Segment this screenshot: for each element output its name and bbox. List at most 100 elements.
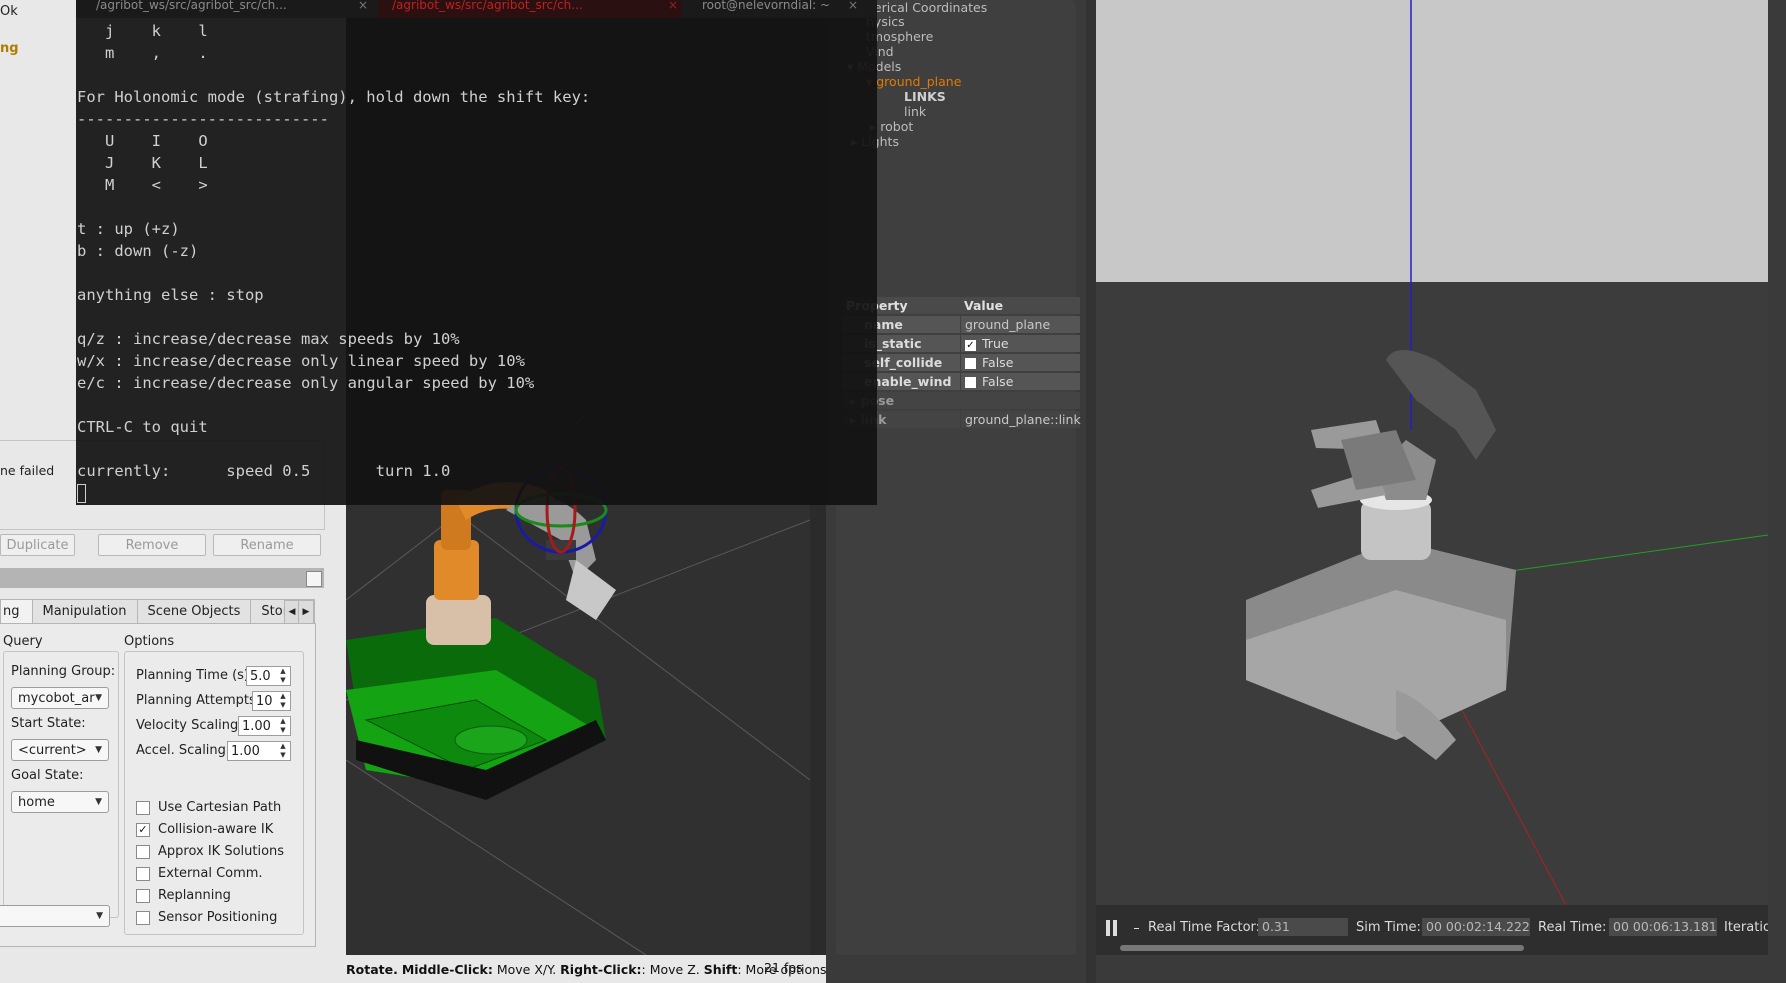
workspace-select[interactable]: ▼ (0, 905, 110, 927)
terminal-line: t : up (+z) (77, 220, 180, 238)
chevron-down-icon: ▼ (96, 911, 103, 921)
start-state-label: Start State: (11, 716, 86, 731)
checkmark-icon[interactable]: ✓ (136, 822, 150, 837)
terminal-line: b : down (-z) (77, 242, 199, 260)
checkbox-box[interactable] (965, 358, 976, 369)
planning-tabs: ng Manipulation Scene Objects Stored (0, 599, 316, 623)
real-time-value: 00 00:06:13.181 (1609, 918, 1717, 936)
terminal-line: U I O (77, 132, 208, 150)
hint-middle-click: Middle-Click: (401, 962, 493, 977)
close-icon[interactable]: × (848, 0, 862, 18)
checkbox-box[interactable] (136, 800, 150, 815)
tree-link[interactable]: link (904, 104, 926, 119)
spin-arrows-icon[interactable]: ▲ ▼ (277, 742, 289, 760)
splitter[interactable] (1086, 0, 1096, 983)
velocity-scaling-value: 1.00 (242, 718, 271, 734)
strip-checkbox[interactable] (306, 571, 322, 587)
close-icon[interactable]: × (668, 0, 682, 18)
step-icon[interactable] (1134, 928, 1139, 929)
fps-counter: 21 fps (764, 960, 803, 975)
property-value-cell[interactable]: ✓ True (961, 335, 1080, 352)
spin-arrows-icon[interactable]: ▲ ▼ (277, 692, 289, 710)
property-row-enable-wind[interactable]: enable_wind False (842, 373, 1080, 390)
property-row-is-static[interactable]: is_static ✓ True (842, 335, 1080, 352)
terminal-line: --------------------------- (77, 110, 329, 128)
checkbox-label: Collision-aware IK (158, 822, 274, 837)
planning-attempts-spinbox[interactable]: 10 ▲ ▼ (252, 691, 291, 711)
hint-rotate: Rotate. (346, 962, 398, 977)
terminal-tab-bar: /agribot_ws/src/agribot_src/ch... × /agr… (76, 0, 877, 18)
tree-links[interactable]: LINKS (904, 89, 946, 104)
property-value-cell[interactable]: False (961, 354, 1080, 371)
property-row-pose[interactable]: ▸ pose (842, 392, 1080, 409)
pause-icon[interactable] (1106, 920, 1110, 936)
property-row-link[interactable]: ▸ link ground_plane::link (842, 411, 1081, 428)
property-row-name[interactable]: name ground_plane (842, 316, 1080, 333)
checkbox-box[interactable] (136, 844, 150, 859)
sim-time-label: Sim Time: (1356, 920, 1421, 935)
spin-arrows-icon[interactable]: ▲ ▼ (277, 717, 289, 735)
terminal-line: q/z : increase/decrease max speeds by 10… (77, 330, 460, 348)
close-icon[interactable]: × (358, 0, 372, 18)
sensor-positioning-checkbox[interactable]: Sensor Positioning (136, 910, 277, 925)
tree-spherical-coordinates[interactable]: herical Coordinates (866, 0, 987, 15)
goal-state-value: home (18, 794, 55, 810)
tab-manipulation[interactable]: Manipulation (31, 599, 138, 623)
query-header: Query (3, 634, 43, 649)
duplicate-button[interactable]: Duplicate (0, 534, 75, 556)
use-cartesian-path-checkbox[interactable]: Use Cartesian Path (136, 800, 281, 815)
terminal-window[interactable]: /agribot_ws/src/agribot_src/ch... × /agr… (76, 0, 877, 505)
goal-state-select[interactable]: home ▼ (11, 791, 109, 813)
terminal-line: For Holonomic mode (strafing), hold down… (77, 88, 591, 106)
pause-icon-bar[interactable] (1113, 920, 1117, 936)
external-comm-checkbox[interactable]: External Comm. (136, 866, 263, 881)
chevron-down-icon: ▼ (95, 797, 102, 807)
gazebo-scene (1096, 0, 1768, 905)
property-value[interactable]: ground_plane (961, 316, 1080, 333)
checkbox-label: Approx IK Solutions (158, 844, 285, 859)
tab-scene-objects[interactable]: Scene Objects (136, 599, 252, 623)
accel-scaling-value: 1.00 (231, 743, 260, 759)
checkbox-box[interactable] (136, 910, 150, 925)
planning-time-spinbox[interactable]: 5.0 ▲ ▼ (246, 666, 291, 686)
checkbox-box[interactable] (136, 888, 150, 903)
terminal-tab-2[interactable]: /agribot_ws/src/agribot_src/ch... (378, 0, 682, 18)
terminal-line: m , . (77, 44, 208, 62)
replanning-checkbox[interactable]: Replanning (136, 888, 231, 903)
horizontal-scrollbar[interactable] (1120, 945, 1524, 951)
accel-scaling-spinbox[interactable]: 1.00 ▲ ▼ (227, 741, 291, 761)
velocity-scaling-spinbox[interactable]: 1.00 ▲ ▼ (238, 716, 291, 736)
property-row-self-collide[interactable]: self_collide False (842, 354, 1080, 371)
checkbox-box[interactable] (965, 377, 976, 388)
spin-arrows-icon[interactable]: ▲ ▼ (277, 667, 289, 685)
start-state-select[interactable]: <current> ▼ (11, 739, 109, 761)
header-value: Value (964, 298, 1004, 313)
collision-aware-ik-checkbox[interactable]: ✓ Collision-aware IK (136, 822, 273, 837)
checkmark-icon[interactable]: ✓ (965, 340, 976, 351)
hint-right-click: Right-Click: (560, 962, 642, 977)
rename-button[interactable]: Rename (213, 534, 321, 556)
gazebo-3d-viewport[interactable] (1096, 0, 1768, 905)
checkbox-box[interactable] (136, 866, 150, 881)
planning-group-label: Planning Group: (11, 664, 116, 679)
terminal-line: j k l (77, 22, 208, 40)
property-value-cell[interactable]: False (961, 373, 1080, 390)
property-value[interactable]: ground_plane::link (961, 411, 1081, 428)
approx-ik-solutions-checkbox[interactable]: Approx IK Solutions (136, 844, 284, 859)
remove-button[interactable]: Remove (98, 534, 206, 556)
terminal-line: M < > (77, 176, 208, 194)
gazebo-footer (1096, 955, 1786, 983)
property-value: False (982, 355, 1014, 370)
property-value: True (982, 336, 1009, 351)
terminal-tab-1[interactable]: /agribot_ws/src/agribot_src/ch... (96, 0, 346, 18)
tab-scroll-right-icon[interactable]: ▶ (298, 600, 314, 624)
terminal-tab-3[interactable]: root@nelevorndial: ~ (688, 0, 872, 18)
tree-ground-plane[interactable]: ▾ ground_plane (866, 74, 961, 89)
planning-group-select[interactable]: mycobot_ar ▼ (11, 687, 109, 709)
planning-time-value: 5.0 (250, 668, 271, 684)
rviz-status-bar: Rotate. Middle-Click: Move X/Y. Right-Cl… (346, 955, 831, 983)
terminal-line: currently: speed 0.5 turn 1.0 (77, 462, 451, 480)
tab-planning[interactable]: ng (0, 599, 33, 623)
status-hint: Rotate. Middle-Click: Move X/Y. Right-Cl… (346, 962, 831, 977)
planning-attempts-label: Planning Attempts: (136, 693, 261, 708)
